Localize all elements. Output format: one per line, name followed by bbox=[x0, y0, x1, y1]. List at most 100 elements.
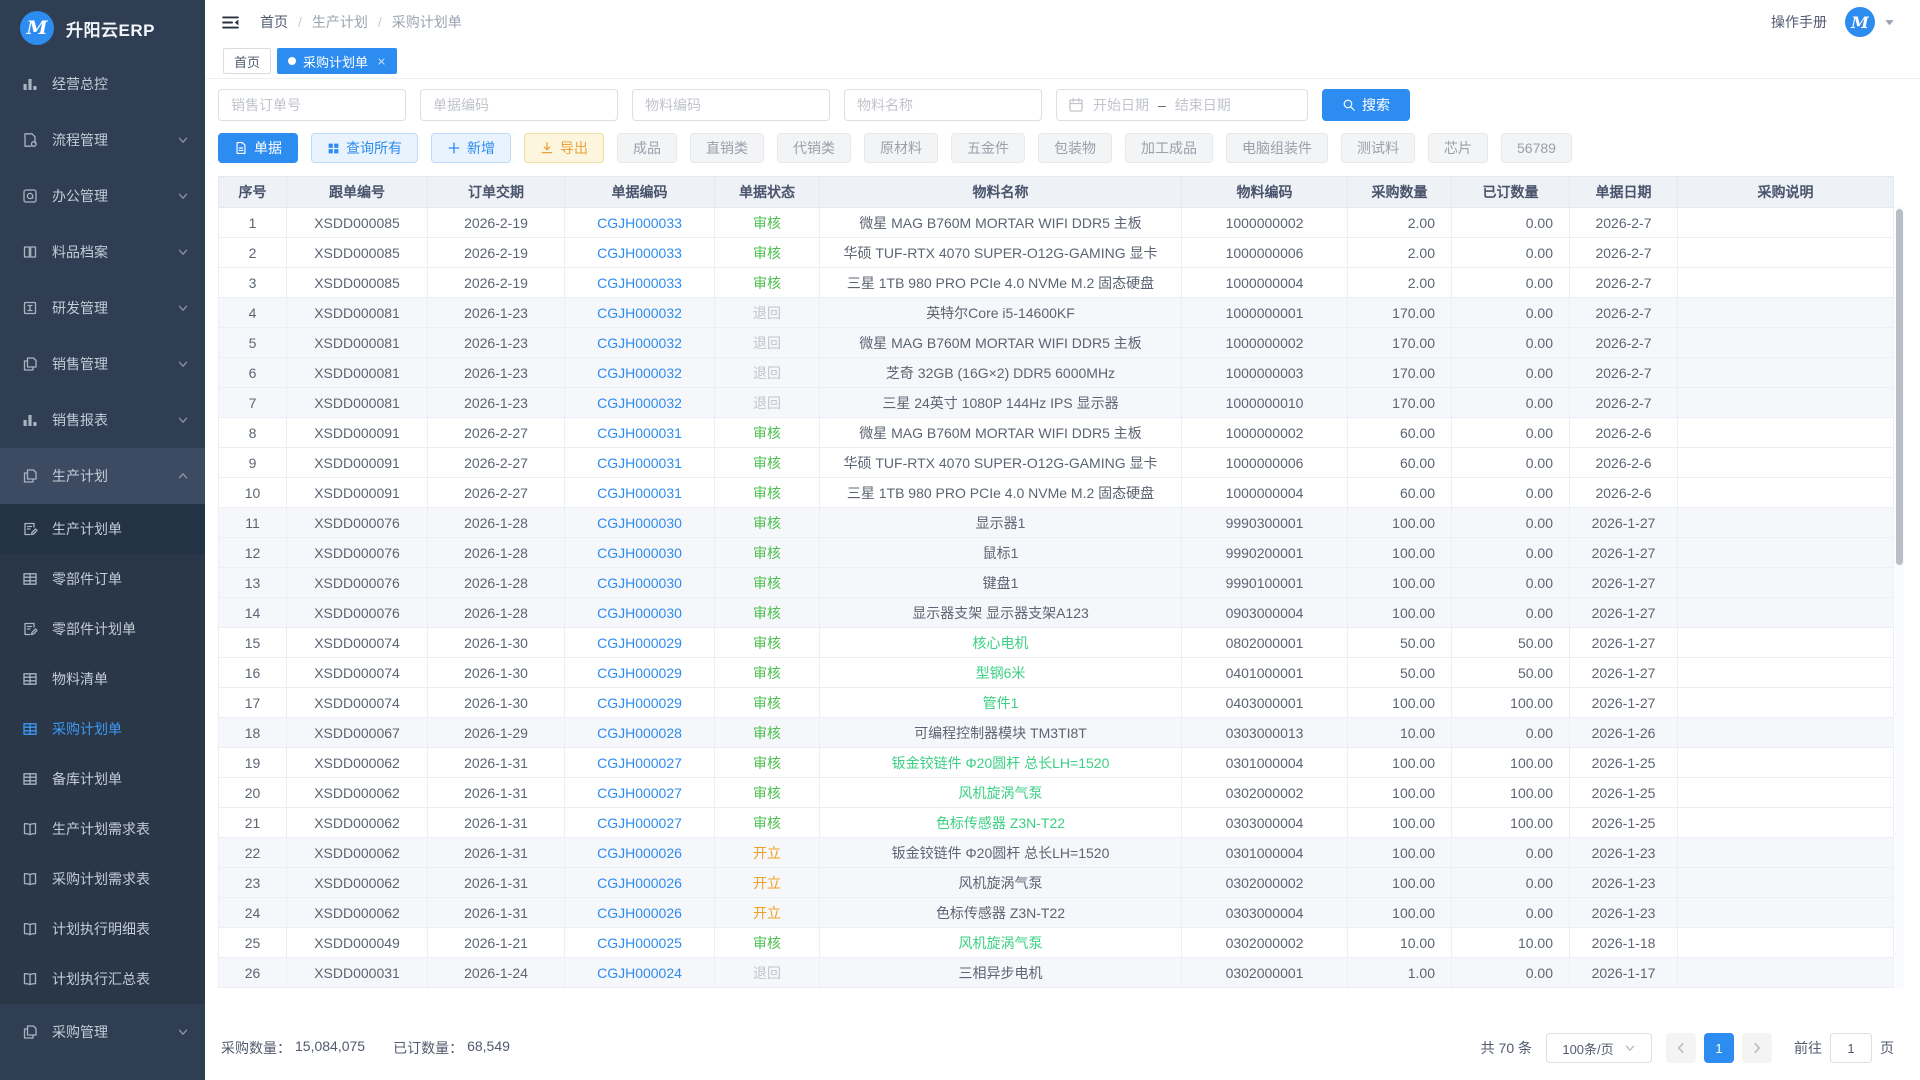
cell-status: 退回 bbox=[715, 358, 820, 388]
cell-delivery_date: 2026-1-30 bbox=[428, 688, 565, 718]
doc-button[interactable]: 单据 bbox=[218, 133, 298, 163]
query-all-button[interactable]: 查询所有 bbox=[311, 133, 418, 163]
add-button[interactable]: 新增 bbox=[431, 133, 511, 163]
cell-doc_code[interactable]: CGJH000033 bbox=[565, 268, 715, 298]
category-filter-button[interactable]: 测试料 bbox=[1341, 133, 1415, 163]
cell-doc_code[interactable]: CGJH000027 bbox=[565, 808, 715, 838]
sidebar-item[interactable]: 研发管理 bbox=[0, 280, 205, 336]
category-filter-button[interactable]: 直销类 bbox=[690, 133, 764, 163]
next-page-button[interactable] bbox=[1742, 1033, 1772, 1063]
category-filter-button[interactable]: 56789 bbox=[1501, 133, 1572, 163]
column-header-tracking_no: 跟单编号 bbox=[287, 177, 428, 208]
prev-page-button[interactable] bbox=[1666, 1033, 1696, 1063]
category-filter-button[interactable]: 原材料 bbox=[864, 133, 938, 163]
breadcrumb-production-plan[interactable]: 生产计划 bbox=[312, 12, 368, 32]
cell-note bbox=[1678, 778, 1894, 808]
cell-doc_code[interactable]: CGJH000027 bbox=[565, 778, 715, 808]
sidebar-subitem[interactable]: 计划执行汇总表 bbox=[0, 954, 205, 1004]
table-row: 9XSDD0000912026-2-27CGJH000031审核华硕 TUF-R… bbox=[219, 448, 1894, 478]
sidebar-item[interactable]: 办公管理 bbox=[0, 168, 205, 224]
table-row: 25XSDD0000492026-1-21CGJH000025审核风机旋涡气泵0… bbox=[219, 928, 1894, 958]
sidebar-subitem[interactable]: 生产计划需求表 bbox=[0, 804, 205, 854]
cell-doc_code[interactable]: CGJH000027 bbox=[565, 748, 715, 778]
cell-doc_code[interactable]: CGJH000032 bbox=[565, 328, 715, 358]
sidebar-item[interactable]: 料品档案 bbox=[0, 224, 205, 280]
sidebar-subitem[interactable]: 零部件订单 bbox=[0, 554, 205, 604]
material-code-input[interactable] bbox=[632, 89, 830, 121]
breadcrumb-home[interactable]: 首页 bbox=[260, 12, 288, 32]
cell-status: 审核 bbox=[715, 478, 820, 508]
cell-doc_code[interactable]: CGJH000030 bbox=[565, 508, 715, 538]
cell-doc_code[interactable]: CGJH000025 bbox=[565, 928, 715, 958]
cell-doc_code[interactable]: CGJH000030 bbox=[565, 538, 715, 568]
column-header-delivery_date: 订单交期 bbox=[428, 177, 565, 208]
sidebar-item[interactable]: 生产计划 bbox=[0, 448, 205, 504]
cell-doc_code[interactable]: CGJH000032 bbox=[565, 298, 715, 328]
sidebar-subitem[interactable]: 备库计划单 bbox=[0, 754, 205, 804]
cell-doc_code[interactable]: CGJH000032 bbox=[565, 388, 715, 418]
export-button[interactable]: 导出 bbox=[524, 133, 604, 163]
collapse-sidebar-button[interactable] bbox=[221, 13, 240, 32]
cell-seq: 16 bbox=[219, 658, 287, 688]
cell-doc_code[interactable]: CGJH000031 bbox=[565, 418, 715, 448]
sidebar-item[interactable]: 销售管理 bbox=[0, 336, 205, 392]
tab-purchase-plan[interactable]: 采购计划单 bbox=[277, 48, 397, 74]
cell-seq: 12 bbox=[219, 538, 287, 568]
cell-doc_code[interactable]: CGJH000030 bbox=[565, 598, 715, 628]
doc-code-input[interactable] bbox=[420, 89, 618, 121]
category-filter-button[interactable]: 加工成品 bbox=[1125, 133, 1213, 163]
sidebar-item[interactable]: 车间设置 bbox=[0, 1060, 205, 1080]
cell-material_name: 三星 1TB 980 PRO PCIe 4.0 NVMe M.2 固态硬盘 bbox=[820, 478, 1182, 508]
search-button[interactable]: 搜索 bbox=[1322, 89, 1410, 121]
sidebar-subitem[interactable]: 零部件计划单 bbox=[0, 604, 205, 654]
sidebar-item[interactable]: 经营总控 bbox=[0, 56, 205, 112]
category-filter-button[interactable]: 成品 bbox=[617, 133, 677, 163]
sidebar-item[interactable]: 销售报表 bbox=[0, 392, 205, 448]
sidebar-subitem[interactable]: 生产计划单 bbox=[0, 504, 205, 554]
cell-doc_code[interactable]: CGJH000029 bbox=[565, 628, 715, 658]
avatar-caret-icon[interactable] bbox=[1883, 16, 1896, 29]
cell-doc_code[interactable]: CGJH000033 bbox=[565, 238, 715, 268]
material-name-input[interactable] bbox=[844, 89, 1042, 121]
date-range-picker[interactable]: 开始日期 – 结束日期 bbox=[1056, 89, 1308, 121]
sidebar-subitem[interactable]: 物料清单 bbox=[0, 654, 205, 704]
book-icon bbox=[22, 871, 38, 887]
category-filter-button[interactable]: 包装物 bbox=[1038, 133, 1112, 163]
category-filter-button[interactable]: 电脑组装件 bbox=[1226, 133, 1328, 163]
cell-doc_code[interactable]: CGJH000026 bbox=[565, 898, 715, 928]
cell-doc_code[interactable]: CGJH000026 bbox=[565, 838, 715, 868]
category-filter-button[interactable]: 五金件 bbox=[951, 133, 1025, 163]
table-scrollbar-thumb[interactable] bbox=[1896, 209, 1903, 565]
cell-doc_code[interactable]: CGJH000024 bbox=[565, 958, 715, 988]
cell-note bbox=[1678, 568, 1894, 598]
cell-doc_code[interactable]: CGJH000028 bbox=[565, 718, 715, 748]
category-filter-button[interactable]: 芯片 bbox=[1428, 133, 1488, 163]
cell-doc_code[interactable]: CGJH000033 bbox=[565, 208, 715, 238]
sidebar-subitem[interactable]: 计划执行明细表 bbox=[0, 904, 205, 954]
cell-doc_code[interactable]: CGJH000030 bbox=[565, 568, 715, 598]
sidebar-subitem[interactable]: 采购计划需求表 bbox=[0, 854, 205, 904]
tab-home[interactable]: 首页 bbox=[223, 48, 271, 74]
page-1-button[interactable]: 1 bbox=[1704, 1033, 1734, 1063]
cell-doc_code[interactable]: CGJH000032 bbox=[565, 358, 715, 388]
page-size-select[interactable]: 100条/页 bbox=[1546, 1033, 1652, 1063]
cell-doc_code[interactable]: CGJH000029 bbox=[565, 658, 715, 688]
cell-doc_code[interactable]: CGJH000031 bbox=[565, 448, 715, 478]
cell-note bbox=[1678, 478, 1894, 508]
sidebar-item[interactable]: 采购管理 bbox=[0, 1004, 205, 1060]
sales-order-input[interactable] bbox=[218, 89, 406, 121]
user-avatar[interactable]: M bbox=[1845, 7, 1875, 37]
cell-doc_code[interactable]: CGJH000029 bbox=[565, 688, 715, 718]
cell-doc_code[interactable]: CGJH000026 bbox=[565, 868, 715, 898]
category-filter-button[interactable]: 代销类 bbox=[777, 133, 851, 163]
sidebar-item[interactable]: 流程管理 bbox=[0, 112, 205, 168]
sidebar-subitem[interactable]: 采购计划单 bbox=[0, 704, 205, 754]
cell-doc_code[interactable]: CGJH000031 bbox=[565, 478, 715, 508]
end-date-input[interactable]: 结束日期 bbox=[1175, 95, 1231, 115]
start-date-input[interactable]: 开始日期 bbox=[1093, 95, 1149, 115]
cell-delivery_date: 2026-1-31 bbox=[428, 778, 565, 808]
goto-page-input[interactable] bbox=[1830, 1033, 1872, 1063]
manual-link[interactable]: 操作手册 bbox=[1771, 12, 1827, 32]
table-row: 18XSDD0000672026-1-29CGJH000028审核可编程控制器模… bbox=[219, 718, 1894, 748]
close-tab-icon[interactable] bbox=[377, 57, 386, 66]
